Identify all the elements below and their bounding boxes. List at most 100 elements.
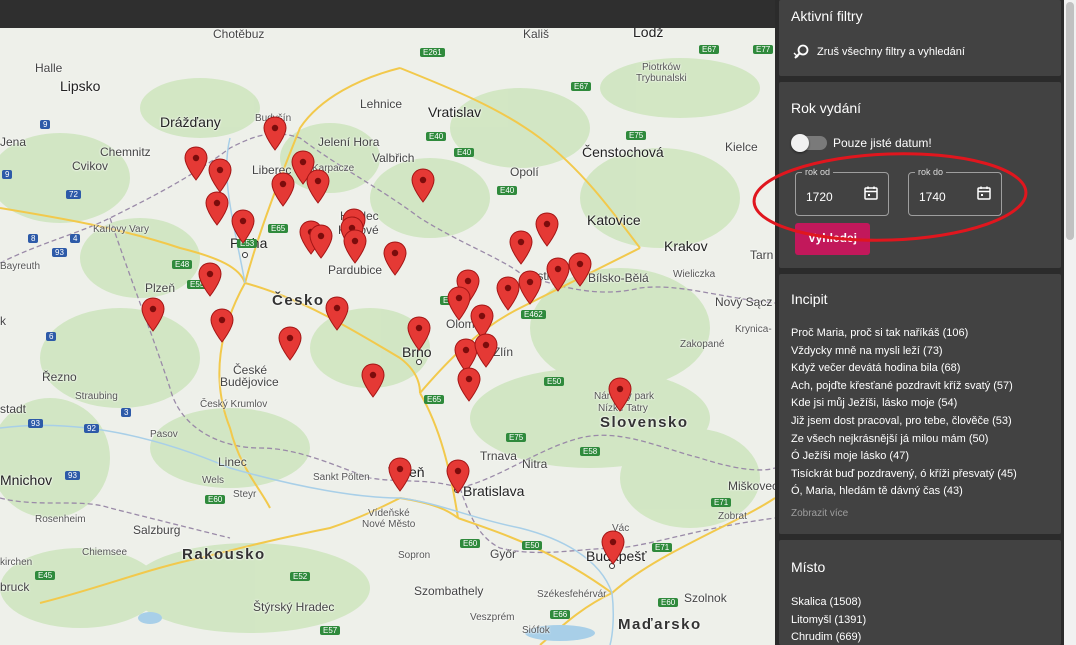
incipit-item[interactable]: Když večer devátá hodina bila (68) xyxy=(791,362,960,375)
map-pin-icon[interactable] xyxy=(343,229,367,265)
map-pin-icon[interactable] xyxy=(388,457,412,493)
road-shield: E40 xyxy=(454,148,475,157)
road-shield: E48 xyxy=(172,260,193,269)
city-marker-brno xyxy=(416,359,422,365)
calendar-icon[interactable] xyxy=(977,186,991,200)
year-to-field[interactable]: rok do 1740 xyxy=(908,166,1002,216)
map-pin-icon[interactable] xyxy=(518,270,542,306)
year-from-label: rok od xyxy=(802,166,834,178)
map-pin-icon[interactable] xyxy=(184,146,208,182)
map-pin-icon[interactable] xyxy=(447,286,471,322)
map-pin-icon[interactable] xyxy=(231,209,255,245)
map-pin-icon[interactable] xyxy=(535,212,559,248)
calendar-icon[interactable] xyxy=(864,186,878,200)
map-pin-icon[interactable] xyxy=(141,297,165,333)
map-label-rakousko: Rakousko xyxy=(182,546,266,563)
map-label-lipsko: Lipsko xyxy=(60,78,101,94)
incipit-item[interactable]: Již jsem dost pracoval, pro tebe, člověč… xyxy=(791,415,1012,428)
incipit-card: Incipit Proč Maria, proč si tak naříkáš … xyxy=(779,274,1061,534)
map-pin-icon[interactable] xyxy=(411,168,435,204)
map-label-sopron: Sopron xyxy=(398,550,431,561)
road-shield: E71 xyxy=(711,498,732,507)
map-pin-icon[interactable] xyxy=(278,326,302,362)
road-shield: E50 xyxy=(544,377,565,386)
year-from-value: 1720 xyxy=(806,190,833,204)
map-pin-icon[interactable] xyxy=(546,257,570,293)
map-pin-icon[interactable] xyxy=(205,191,229,227)
place-item[interactable]: Skalica (1508) xyxy=(791,596,861,609)
incipit-item[interactable]: Vždycky mně na mysli leží (73) xyxy=(791,345,943,358)
scrollbar-thumb[interactable] xyxy=(1066,2,1074,240)
map-label-steyr: Steyr xyxy=(233,489,257,500)
map-pin-icon[interactable] xyxy=(271,172,295,208)
clear-filters-label: Zruš všechny filtry a vyhledání xyxy=(817,46,965,58)
incipit-item[interactable]: Kde jsi můj Ježíši, lásko moje (54) xyxy=(791,397,957,410)
clear-filters-button[interactable]: Zruš všechny filtry a vyhledání xyxy=(793,43,965,61)
road-shield: E65 xyxy=(424,395,445,404)
map-label-vratislav: Vratislav xyxy=(428,104,482,120)
road-shield-blue: 3 xyxy=(121,408,132,417)
map-pin-icon[interactable] xyxy=(601,530,625,566)
map-pin-icon[interactable] xyxy=(407,316,431,352)
map-pin-icon[interactable] xyxy=(198,262,222,298)
road-shield-blue: 93 xyxy=(52,248,67,257)
year-card: Rok vydání Pouze jisté datum! rok od 172… xyxy=(779,82,1061,268)
map-pin-icon[interactable] xyxy=(306,169,330,205)
map-label-szekesfehervar: Székesfehérvár xyxy=(537,589,607,600)
map-label-salzburg: Salzburg xyxy=(133,523,181,537)
map-pin-icon[interactable] xyxy=(474,333,498,369)
map-pin-icon[interactable] xyxy=(383,241,407,277)
map-pin-icon[interactable] xyxy=(210,308,234,344)
place-item[interactable]: Chrudim (669) xyxy=(791,631,861,644)
incipit-item[interactable]: Ó Ježíši moje lásko (47) xyxy=(791,450,909,463)
map-label-chemnitz: Chemnitz xyxy=(100,145,151,159)
show-more-link[interactable]: Zobrazit více xyxy=(791,507,848,520)
map-pin-icon[interactable] xyxy=(457,367,481,403)
map-pin-icon[interactable] xyxy=(568,252,592,288)
map-label-trnava: Trnava xyxy=(480,449,517,463)
city-marker-praha xyxy=(242,252,248,258)
incipit-item[interactable]: Ó, Maria, hledám tě dávný čas (43) xyxy=(791,485,963,498)
road-shield: E75 xyxy=(506,433,527,442)
incipit-item[interactable]: Ze všech nejkrásnější já milou mám (50) xyxy=(791,433,988,446)
map-pin-icon[interactable] xyxy=(509,230,533,266)
map-label-chiemsee: Chiemsee xyxy=(82,547,128,558)
map-label-rezno: Řezno xyxy=(42,370,77,384)
map-pin-icon[interactable] xyxy=(608,377,632,413)
map-pin-icon[interactable] xyxy=(496,276,520,312)
map-pin-icon[interactable] xyxy=(446,459,470,495)
map-label-krakov: Krakov xyxy=(664,238,708,254)
map-label-opoli: Opolí xyxy=(510,165,539,179)
certain-date-toggle[interactable] xyxy=(791,134,827,152)
place-item[interactable]: Litomyšl (1391) xyxy=(791,614,866,627)
map-label-szolnok: Szolnok xyxy=(684,591,727,605)
active-filters-title: Aktivní filtry xyxy=(791,8,863,24)
incipit-item[interactable]: Proč Maria, proč si tak naříkáš (106) xyxy=(791,327,968,340)
map-pin-icon[interactable] xyxy=(208,158,232,194)
incipit-item[interactable]: Tisíckrát buď pozdravený, ó kříži přesva… xyxy=(791,468,1017,481)
map-label-novy-sacz: Nový Sącz xyxy=(715,295,773,309)
map-label-kielce: Kielce xyxy=(725,140,758,154)
road-shield: E65 xyxy=(268,224,289,233)
scrollbar[interactable] xyxy=(1064,0,1076,645)
map-pin-icon[interactable] xyxy=(263,116,287,152)
map-label-nitra: Nitra xyxy=(522,457,548,471)
search-button[interactable]: Vyhledej xyxy=(795,223,870,255)
road-shield: E462 xyxy=(521,310,546,319)
map-pin-icon[interactable] xyxy=(309,224,333,260)
map-label-k: k xyxy=(0,314,6,328)
map-label-halle: Halle xyxy=(35,61,63,75)
road-shield-blue: 9 xyxy=(40,120,51,129)
map-label-miskovec: Miškovec xyxy=(728,479,775,493)
map-label-drazdany: Drážďany xyxy=(160,114,221,130)
map-view[interactable]: Halle Lipsko Jena Chemnitz Drážďany Cvik… xyxy=(0,28,775,645)
map-label-jena: Jena xyxy=(0,135,27,149)
toggle-knob xyxy=(791,134,809,152)
map-label-zakopane: Zakopané xyxy=(680,339,725,350)
map-label-valbrich: Valbřich xyxy=(372,151,415,165)
incipit-item[interactable]: Ach, pojďte křesťané pozdravit kříž svat… xyxy=(791,380,1013,393)
year-title: Rok vydání xyxy=(791,100,862,116)
year-from-field[interactable]: rok od 1720 xyxy=(795,166,889,216)
map-pin-icon[interactable] xyxy=(325,296,349,332)
map-pin-icon[interactable] xyxy=(361,363,385,399)
